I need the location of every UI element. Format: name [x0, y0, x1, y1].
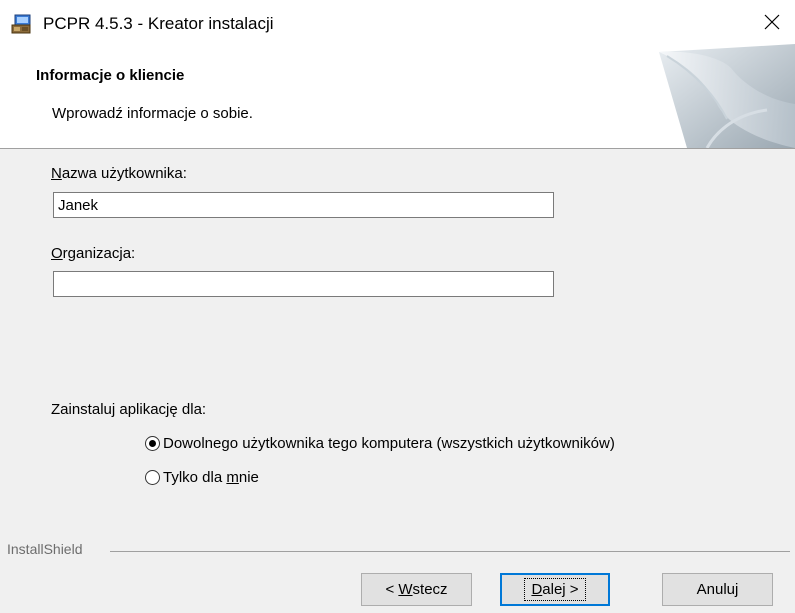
installshield-brand: InstallShield	[7, 541, 89, 557]
radio-all-users[interactable]: Dowolnego użytkownika tego komputera (ws…	[145, 435, 615, 452]
page-subtitle: Wprowadź informacje o sobie.	[52, 105, 253, 122]
close-button[interactable]	[749, 0, 795, 44]
username-label: Nazwa użytkownika:	[51, 165, 187, 182]
page-title: Informacje o kliencie	[36, 67, 185, 84]
radio-only-me-label: Tylko dla mnie	[163, 469, 259, 486]
radio-unchecked-icon	[145, 470, 160, 485]
radio-checked-icon	[145, 436, 160, 451]
organization-label: Organizacja:	[51, 245, 136, 262]
title-bar: PCPR 4.5.3 - Kreator instalacji	[0, 0, 795, 44]
back-button-label: < Wstecz	[385, 581, 448, 598]
username-input[interactable]	[53, 192, 554, 218]
install-for-label: Zainstaluj aplikację dla:	[51, 401, 207, 418]
radio-all-users-label: Dowolnego użytkownika tego komputera (ws…	[163, 435, 615, 452]
next-button-label: Dalej >	[524, 578, 586, 601]
window-title: PCPR 4.5.3 - Kreator instalacji	[43, 14, 274, 33]
next-button[interactable]: Dalej >	[500, 573, 610, 606]
back-button[interactable]: < Wstecz	[361, 573, 472, 606]
dialog-header: Informacje o kliencie Wprowadź informacj…	[0, 44, 795, 149]
close-icon	[764, 14, 780, 30]
cancel-button[interactable]: Anuluj	[662, 573, 773, 606]
installer-icon	[11, 14, 31, 34]
footer-divider	[110, 551, 790, 552]
page-curl-graphic-icon	[647, 44, 795, 148]
radio-only-me[interactable]: Tylko dla mnie	[145, 469, 259, 486]
organization-input[interactable]	[53, 271, 554, 297]
